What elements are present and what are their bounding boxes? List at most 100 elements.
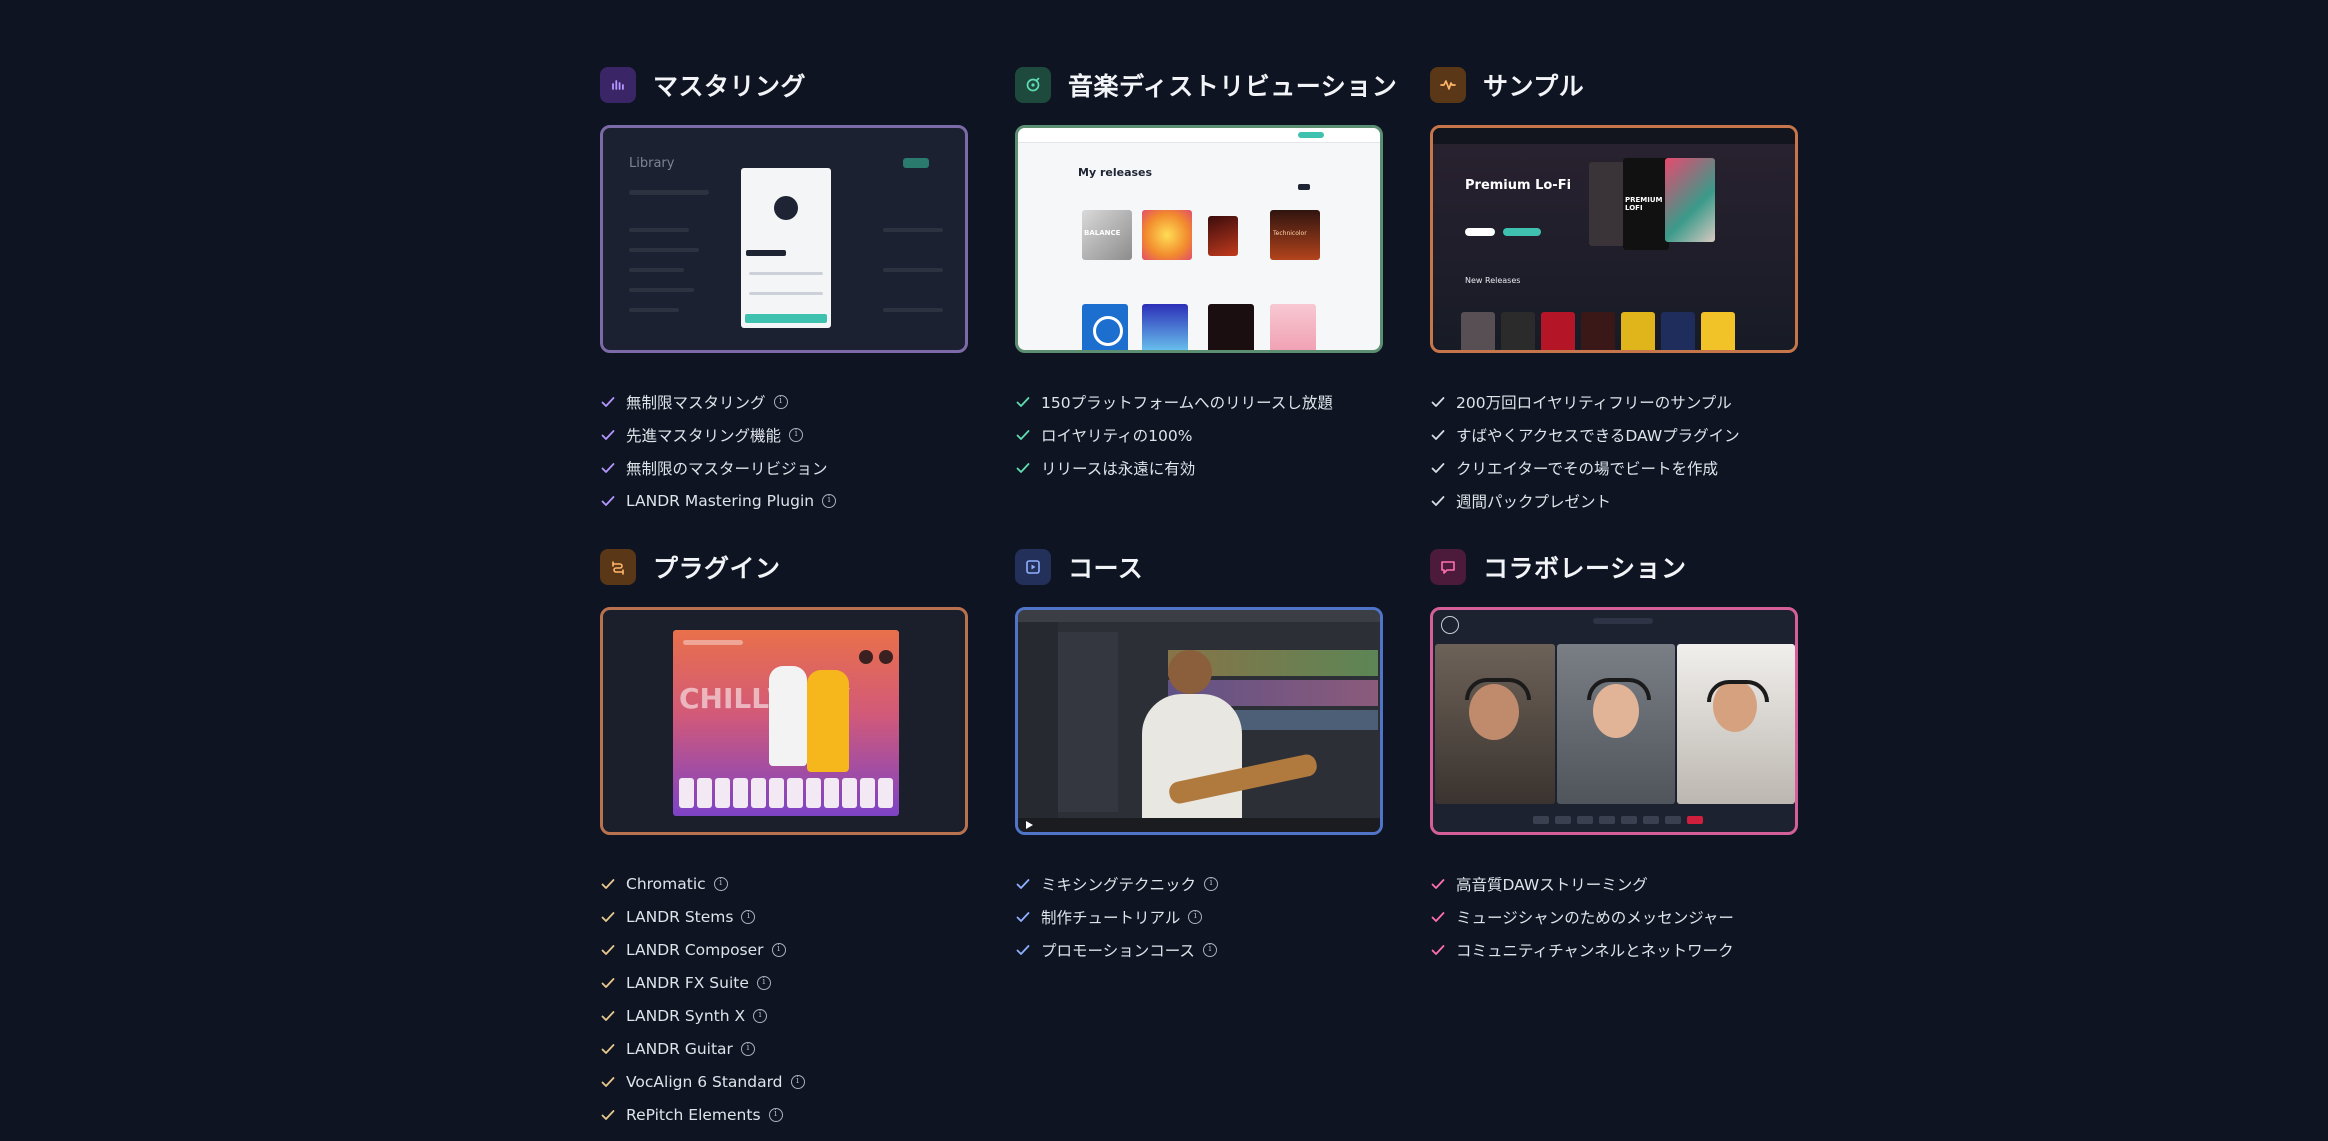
chat-icon bbox=[1430, 549, 1466, 585]
feature-item: Chromatic i bbox=[600, 867, 805, 900]
info-icon[interactable]: i bbox=[756, 975, 771, 990]
info-icon[interactable]: i bbox=[713, 876, 728, 891]
feature-item: クリエイターでその場でビートを作成 bbox=[1430, 451, 1740, 484]
plug-icon bbox=[600, 549, 636, 585]
instructor-avatar bbox=[1168, 650, 1212, 694]
card-header: コラボレーション bbox=[1430, 549, 1800, 585]
info-icon[interactable]: i bbox=[768, 1107, 783, 1122]
mastering-screenshot: Library bbox=[600, 125, 968, 353]
feature-list: 無制限マスタリング i 先進マスタリング機能 i 無制限のマスターリビジョン LAN… bbox=[600, 385, 837, 517]
info-icon[interactable]: i bbox=[771, 942, 786, 957]
check-icon bbox=[601, 911, 615, 922]
check-icon bbox=[601, 944, 615, 955]
play-icon bbox=[1015, 549, 1051, 585]
feature-item: LANDR FX Suite i bbox=[600, 966, 805, 999]
info-icon[interactable]: i bbox=[773, 394, 788, 409]
check-icon bbox=[601, 495, 615, 506]
card-header: マスタリング bbox=[600, 67, 970, 103]
feature-list: 200万回ロイヤリティフリーのサンプル すばやくアクセスできるDAWプラグイン … bbox=[1430, 385, 1740, 517]
feature-list: ミキシングテクニック i 制作チュートリアル i プロモーションコース i bbox=[1015, 867, 1219, 966]
feature-item: 150プラットフォームへのリリースし放題 bbox=[1015, 385, 1333, 418]
feature-item: すばやくアクセスできるDAWプラグイン bbox=[1430, 418, 1740, 451]
feature-list: 高音質DAWストリーミング ミュージシャンのためのメッセンジャー コミュニティチ… bbox=[1430, 867, 1734, 966]
card-header: 音楽ディストリビューション bbox=[1015, 67, 1397, 103]
feature-item: ミュージシャンのためのメッセンジャー bbox=[1430, 900, 1734, 933]
check-icon bbox=[601, 1010, 615, 1021]
info-icon[interactable]: i bbox=[753, 1008, 768, 1023]
feature-card-collab: コラボレーション 高音質DAWストリーミング ミュージシャンのためのメッセンジャ… bbox=[1430, 549, 1800, 960]
card-header: コース bbox=[1015, 549, 1385, 585]
check-icon bbox=[1431, 396, 1445, 407]
check-icon bbox=[1431, 878, 1445, 889]
feature-item: コミュニティチャンネルとネットワーク bbox=[1430, 933, 1734, 966]
feature-item: 先進マスタリング機能 i bbox=[600, 418, 836, 451]
feature-card-courses: コース ミキシングテクニック i 制作チュートリアル i プロモーションコース i bbox=[1015, 549, 1385, 960]
check-icon bbox=[601, 429, 615, 440]
info-icon[interactable]: i bbox=[789, 427, 804, 442]
feature-card-plugins: プラグイン CHILLWIDY Chromatic i LANDR Stems i … bbox=[600, 549, 970, 1124]
feature-item: LANDR Composer i bbox=[600, 933, 805, 966]
section-title: コラボレーション bbox=[1483, 554, 1687, 583]
card-header: サンプル bbox=[1430, 67, 1800, 103]
info-icon[interactable]: i bbox=[741, 909, 756, 924]
check-icon bbox=[601, 462, 615, 473]
info-icon[interactable]: i bbox=[1188, 909, 1203, 924]
check-icon bbox=[601, 1109, 615, 1120]
feature-item: RePitch Elements i bbox=[600, 1098, 805, 1131]
collab-screenshot bbox=[1430, 607, 1798, 835]
feature-item: 週間パックプレゼント bbox=[1430, 484, 1740, 517]
info-icon[interactable]: i bbox=[1204, 876, 1219, 891]
courses-screenshot bbox=[1015, 607, 1383, 835]
equalizer-icon bbox=[600, 67, 636, 103]
check-icon bbox=[601, 396, 615, 407]
check-icon bbox=[1016, 396, 1030, 407]
feature-list: 150プラットフォームへのリリースし放題 ロイヤリティの100% リリースは永遠… bbox=[1015, 385, 1333, 484]
feature-item: LANDR Mastering Plugin i bbox=[600, 484, 837, 517]
feature-card-samples: サンプル Premium Lo-Fi PREMIUM LOFI New Rele… bbox=[1430, 67, 1800, 511]
feature-item: LANDR Guitar i bbox=[600, 1032, 805, 1065]
feature-item: 制作チュートリアル i bbox=[1015, 900, 1218, 933]
check-icon bbox=[1016, 878, 1030, 889]
feature-item: ロイヤリティの100% bbox=[1015, 418, 1333, 451]
feature-item: LANDR Synth Xi bbox=[600, 999, 805, 1032]
feature-list: Chromatic i LANDR Stems i LANDR Composer i … bbox=[600, 867, 805, 1131]
feature-item: 無制限マスタリング i bbox=[600, 385, 836, 418]
feature-item: VocAlign 6 Standard i bbox=[600, 1065, 805, 1098]
info-icon[interactable]: i bbox=[740, 1041, 755, 1056]
check-icon bbox=[1016, 911, 1030, 922]
info-icon[interactable]: i bbox=[1202, 942, 1217, 957]
feature-item: プロモーションコース i bbox=[1015, 933, 1218, 966]
info-icon[interactable]: i bbox=[822, 493, 837, 508]
feature-item: 無制限のマスターリビジョン bbox=[600, 451, 836, 484]
mock-heading: Premium Lo-Fi bbox=[1465, 178, 1572, 193]
release-icon bbox=[1015, 67, 1051, 103]
plugins-screenshot: CHILLWIDY bbox=[600, 607, 968, 835]
waveform-icon bbox=[1430, 67, 1466, 103]
check-icon bbox=[1431, 495, 1445, 506]
section-title: コース bbox=[1068, 554, 1144, 583]
feature-item: 200万回ロイヤリティフリーのサンプル bbox=[1430, 385, 1740, 418]
samples-screenshot: Premium Lo-Fi PREMIUM LOFI New Releases bbox=[1430, 125, 1798, 353]
feature-card-mastering: マスタリング Library 無制限マスタリング i 先進マスタリング機能 i … bbox=[600, 67, 970, 510]
section-title: 音楽ディストリビューション bbox=[1068, 72, 1398, 101]
feature-item: LANDR Stems i bbox=[600, 900, 805, 933]
distribution-screenshot: My releases BALANCE Technicolor bbox=[1015, 125, 1383, 353]
feature-card-distribution: 音楽ディストリビューション My releases BALANCE Techni… bbox=[1015, 67, 1397, 478]
check-icon bbox=[601, 1076, 615, 1087]
mock-heading: Library bbox=[629, 156, 675, 171]
check-icon bbox=[1431, 429, 1445, 440]
info-icon[interactable]: i bbox=[790, 1074, 805, 1089]
section-title: プラグイン bbox=[653, 554, 781, 583]
check-icon bbox=[1016, 429, 1030, 440]
check-icon bbox=[1431, 944, 1445, 955]
feature-item: 高音質DAWストリーミング bbox=[1430, 867, 1734, 900]
check-icon bbox=[601, 977, 615, 988]
check-icon bbox=[1431, 462, 1445, 473]
feature-item: リリースは永遠に有効 bbox=[1015, 451, 1333, 484]
mock-heading: My releases bbox=[1078, 166, 1153, 179]
check-icon bbox=[1431, 911, 1445, 922]
card-header: プラグイン bbox=[600, 549, 970, 585]
check-icon bbox=[1016, 462, 1030, 473]
check-icon bbox=[1016, 944, 1030, 955]
section-title: マスタリング bbox=[653, 72, 807, 101]
